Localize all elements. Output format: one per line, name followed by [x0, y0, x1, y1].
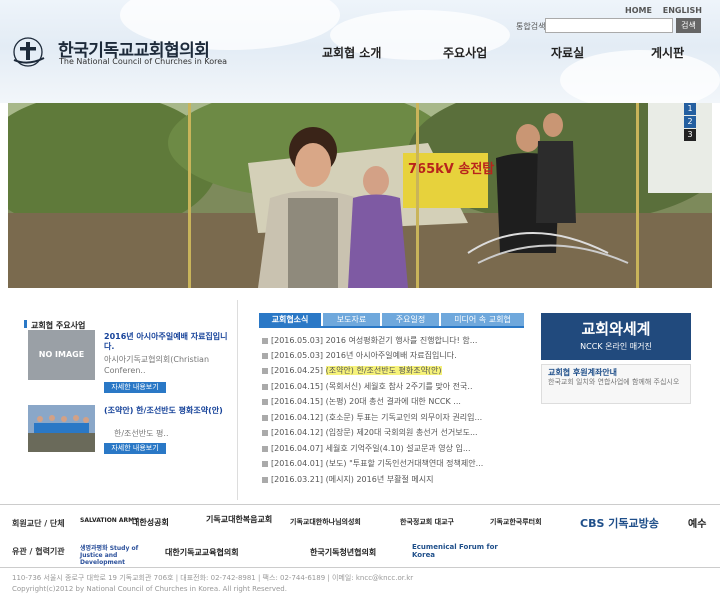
search-label: 통합검색 [516, 22, 546, 31]
news-item[interactable]: [2016.04.07] 세월호 기억주일(4.10) 설교문과 영상 입... [262, 443, 471, 455]
project-desc: 아시아기독교협의회(Christian Conferen.. [104, 355, 210, 375]
donation-title: 교회협 후원계좌안내 [548, 368, 618, 377]
footer-copyright: Copyright(c)2012 by National Council of … [12, 585, 287, 593]
news-item[interactable]: [2016.04.12] (호소문) 투표는 기독교인의 의무이자 권리입... [262, 412, 482, 424]
bullet-icon [262, 383, 268, 390]
tab-schedule[interactable]: 주요일정 [382, 313, 439, 326]
project-desc: 한/조선반도 평.. [114, 429, 169, 438]
tab-media[interactable]: 미디어 속 교회협 [441, 313, 524, 326]
site-footer: 110-736 서울시 종로구 대학로 19 기독교회관 706호 | 대표전화… [0, 567, 720, 603]
search-button[interactable]: 검색 [676, 18, 701, 33]
news-item[interactable]: [2016.04.01] (보도) "투표할 기독인선거대책연대 정책제안... [262, 458, 483, 470]
slide-pager: 1 2 3 [684, 103, 698, 142]
nav-about[interactable]: 교회협 소개 [322, 44, 381, 61]
slide-1-button[interactable]: 1 [684, 103, 696, 115]
footer-address: 110-736 서울시 종로구 대학로 19 기독교회관 706호 | 대표전화… [12, 574, 414, 582]
news-item[interactable]: [2016.05.03] 2016 여성평화걷기 행사를 진행합니다! 함... [262, 335, 477, 347]
top-links: HOME ENGLISH [617, 6, 702, 15]
bullet-icon [262, 337, 268, 344]
partner-logo[interactable]: 대한성공회 [132, 517, 169, 528]
org-name-english: The National Council of Churches in Kore… [59, 57, 228, 66]
hero-slideshow[interactable]: 765kV 송전탑 건설반대 [8, 103, 712, 288]
banner-title: 교회와세계 [581, 320, 651, 338]
tab-underline [259, 326, 524, 328]
partner-logo[interactable]: CBS 기독교방송 [580, 515, 659, 531]
church-and-world-banner[interactable]: 교회와세계 NCCK 온라인 매거진 [541, 313, 691, 360]
donation-text: 한국교회 일치와 연합사업에 함께해 주십시오 [548, 378, 680, 386]
bullet-icon [262, 398, 268, 405]
affiliate-label: 유관 / 협력기관 [12, 547, 65, 556]
partner-logo[interactable]: Ecumenical Forum for Korea [412, 543, 512, 559]
nav-projects[interactable]: 주요사업 [443, 44, 487, 61]
project-more-button[interactable]: 자세한 내용보기 [104, 382, 166, 393]
project-more-button[interactable]: 자세한 내용보기 [104, 443, 166, 454]
news-item[interactable]: [2016.04.15] (목회서신) 세월호 참사 2주기를 맞아 전국.. [262, 381, 473, 393]
partner-logo[interactable]: 한국정교회 대교구 [400, 517, 454, 527]
slide-2-button[interactable]: 2 [684, 116, 696, 128]
partner-logo[interactable]: 기독교대한복음교회 [206, 514, 272, 525]
ncck-logo-icon[interactable] [10, 36, 50, 70]
project-title[interactable]: 2016년 아시아주일예배 자료집입니다. [104, 332, 229, 352]
nav-archive[interactable]: 자료실 [551, 44, 584, 61]
bullet-icon [262, 460, 268, 467]
site-header: 한국기독교교회협의회 The National Council of Churc… [0, 0, 720, 103]
bullet-icon [262, 429, 268, 436]
search-input[interactable] [545, 18, 673, 33]
donation-banner[interactable]: 교회협 후원계좌안내 한국교회 일치와 연합사업에 함께해 주십시오 [541, 364, 691, 404]
news-item[interactable]: [2016.03.21] (메시지) 2016년 부활절 메시지 [262, 474, 433, 486]
bullet-icon [262, 414, 268, 421]
home-link[interactable]: HOME [625, 6, 652, 15]
main-projects-panel: 교회협 주요사업 NO IMAGE 2016년 아시아주일예배 자료집입니다. … [8, 300, 238, 500]
bullet-icon [262, 367, 268, 374]
news-item-highlighted[interactable]: [2016.04.25] (조약안) 한/조선반도 평화조약(안) [262, 365, 442, 377]
partner-logo[interactable]: 한국기독청년협의회 [310, 547, 376, 558]
hero-photo: 765kV 송전탑 건설반대 [8, 103, 712, 288]
partner-logo[interactable]: 기독교한국루터회 [490, 517, 542, 527]
banner-subtitle: NCCK 온라인 매거진 [580, 342, 652, 351]
bullet-icon [262, 445, 268, 452]
news-item[interactable]: [2016.04.12] (입장문) 제20대 국회의원 총선거 선거보도... [262, 427, 478, 439]
slide-3-button[interactable]: 3 [684, 129, 696, 141]
partner-logo[interactable]: SALVATION ARMY [80, 517, 139, 524]
news-item[interactable]: [2016.04.15] (논평) 20대 총선 결과에 대한 NCCK ... [262, 396, 461, 408]
news-item[interactable]: [2016.05.03] 2016년 아시아주일예배 자료집입니다. [262, 350, 457, 362]
tab-ncck-news[interactable]: 교회협소식 [259, 313, 321, 326]
no-image-thumbnail[interactable]: NO IMAGE [28, 330, 95, 380]
partner-logo[interactable]: 예수 [688, 515, 706, 530]
partner-logo[interactable]: 생명과평화 Study of Justice and Development [80, 543, 152, 566]
english-link[interactable]: ENGLISH [663, 6, 702, 15]
partner-logo[interactable]: 기독교대한하나님의성회 [290, 517, 361, 527]
partner-logo[interactable]: 대한기독교교육협의회 [165, 547, 239, 558]
nav-board[interactable]: 게시판 [651, 44, 684, 61]
heading-marker-icon [24, 319, 27, 328]
member-label: 회원교단 / 단체 [12, 519, 65, 528]
bullet-icon [262, 352, 268, 359]
tab-press-release[interactable]: 보도자료 [323, 313, 380, 326]
partner-logos: 회원교단 / 단체 SALVATION ARMY 대한성공회 기독교대한복음교회… [0, 504, 720, 566]
project-thumbnail-photo[interactable] [28, 405, 95, 452]
project-title[interactable]: (조약안) 한/조선반도 평화조약(안) [104, 406, 229, 416]
bullet-icon [262, 476, 268, 483]
